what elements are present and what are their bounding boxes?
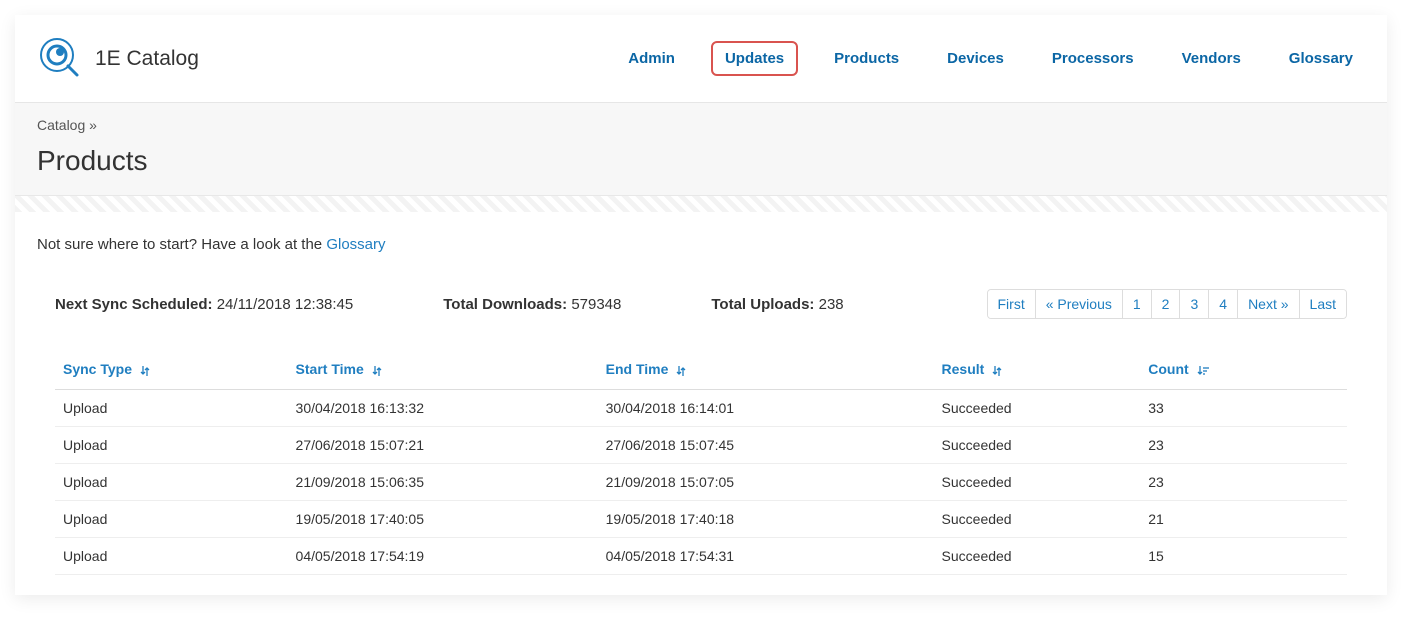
page-3[interactable]: 3 [1179, 290, 1208, 318]
cell-count: 23 [1140, 464, 1347, 501]
pagination: First « Previous 1 2 3 4 Next » Last [987, 289, 1348, 319]
info-bar: Not sure where to start? Have a look at … [15, 212, 1387, 277]
col-end-time-label: End Time [606, 361, 669, 377]
nav-glossary[interactable]: Glossary [1277, 43, 1365, 74]
header: 1E Catalog Admin Updates Products Device… [15, 15, 1387, 103]
sort-icon [372, 363, 382, 377]
cell-count: 33 [1140, 390, 1347, 427]
cell-count: 23 [1140, 427, 1347, 464]
page-4[interactable]: 4 [1208, 290, 1237, 318]
col-start-time[interactable]: Start Time [288, 349, 598, 390]
stats-row: Next Sync Scheduled: 24/11/2018 12:38:45… [55, 277, 1347, 333]
page-prev[interactable]: « Previous [1035, 290, 1122, 318]
cell-end: 30/04/2018 16:14:01 [598, 390, 934, 427]
col-result-label: Result [942, 361, 985, 377]
cell-result: Succeeded [934, 427, 1141, 464]
stat-total-uploads-value: 238 [819, 296, 844, 313]
stat-total-uploads-label: Total Uploads: [711, 296, 814, 313]
glossary-link[interactable]: Glossary [326, 236, 385, 253]
cell-end: 04/05/2018 17:54:31 [598, 538, 934, 575]
cell-result: Succeeded [934, 464, 1141, 501]
page-next[interactable]: Next » [1237, 290, 1298, 318]
sort-desc-icon [1197, 363, 1209, 377]
stat-next-sync: Next Sync Scheduled: 24/11/2018 12:38:45 [55, 296, 353, 313]
pattern-band [15, 196, 1387, 212]
cell-start: 30/04/2018 16:13:32 [288, 390, 598, 427]
sort-icon [992, 363, 1002, 377]
breadcrumb-area: Catalog » Products [15, 103, 1387, 196]
top-nav: Admin Updates Products Devices Processor… [616, 41, 1365, 76]
stat-total-downloads: Total Downloads: 579348 [443, 296, 621, 313]
col-result[interactable]: Result [934, 349, 1141, 390]
nav-products[interactable]: Products [822, 43, 911, 74]
nav-vendors[interactable]: Vendors [1170, 43, 1253, 74]
cell-sync-type: Upload [55, 538, 288, 575]
cell-end: 21/09/2018 15:07:05 [598, 464, 934, 501]
sort-icon [676, 363, 686, 377]
cell-result: Succeeded [934, 390, 1141, 427]
cell-sync-type: Upload [55, 427, 288, 464]
nav-admin[interactable]: Admin [616, 43, 687, 74]
page-last[interactable]: Last [1299, 290, 1346, 318]
col-sync-type[interactable]: Sync Type [55, 349, 288, 390]
cell-sync-type: Upload [55, 390, 288, 427]
cell-count: 21 [1140, 501, 1347, 538]
table-row: Upload 30/04/2018 16:13:32 30/04/2018 16… [55, 390, 1347, 427]
cell-count: 15 [1140, 538, 1347, 575]
page-title: Products [37, 145, 1365, 177]
page-1[interactable]: 1 [1122, 290, 1151, 318]
col-end-time[interactable]: End Time [598, 349, 934, 390]
table-row: Upload 27/06/2018 15:07:21 27/06/2018 15… [55, 427, 1347, 464]
cell-start: 19/05/2018 17:40:05 [288, 501, 598, 538]
page-first[interactable]: First [988, 290, 1035, 318]
nav-processors[interactable]: Processors [1040, 43, 1146, 74]
table-row: Upload 04/05/2018 17:54:19 04/05/2018 17… [55, 538, 1347, 575]
col-start-time-label: Start Time [296, 361, 364, 377]
stat-next-sync-value: 24/11/2018 12:38:45 [217, 296, 354, 313]
sort-icon [140, 363, 150, 377]
logo-icon [37, 35, 81, 82]
cell-result: Succeeded [934, 501, 1141, 538]
nav-devices[interactable]: Devices [935, 43, 1016, 74]
page-2[interactable]: 2 [1151, 290, 1180, 318]
cell-start: 27/06/2018 15:07:21 [288, 427, 598, 464]
brand-title: 1E Catalog [95, 47, 199, 71]
cell-end: 27/06/2018 15:07:45 [598, 427, 934, 464]
cell-sync-type: Upload [55, 501, 288, 538]
col-count-label: Count [1148, 361, 1188, 377]
cell-sync-type: Upload [55, 464, 288, 501]
col-sync-type-label: Sync Type [63, 361, 132, 377]
table-row: Upload 19/05/2018 17:40:05 19/05/2018 17… [55, 501, 1347, 538]
table-row: Upload 21/09/2018 15:06:35 21/09/2018 15… [55, 464, 1347, 501]
nav-updates[interactable]: Updates [711, 41, 798, 76]
brand: 1E Catalog [37, 35, 199, 82]
cell-end: 19/05/2018 17:40:18 [598, 501, 934, 538]
info-bar-text: Not sure where to start? Have a look at … [37, 236, 326, 253]
breadcrumb[interactable]: Catalog » [37, 117, 1365, 133]
col-count[interactable]: Count [1140, 349, 1347, 390]
stat-next-sync-label: Next Sync Scheduled: [55, 296, 213, 313]
cell-start: 04/05/2018 17:54:19 [288, 538, 598, 575]
stat-total-uploads: Total Uploads: 238 [711, 296, 843, 313]
cell-start: 21/09/2018 15:06:35 [288, 464, 598, 501]
cell-result: Succeeded [934, 538, 1141, 575]
data-table: Sync Type Start Time [55, 349, 1347, 575]
stat-total-downloads-value: 579348 [571, 296, 621, 313]
stat-total-downloads-label: Total Downloads: [443, 296, 567, 313]
